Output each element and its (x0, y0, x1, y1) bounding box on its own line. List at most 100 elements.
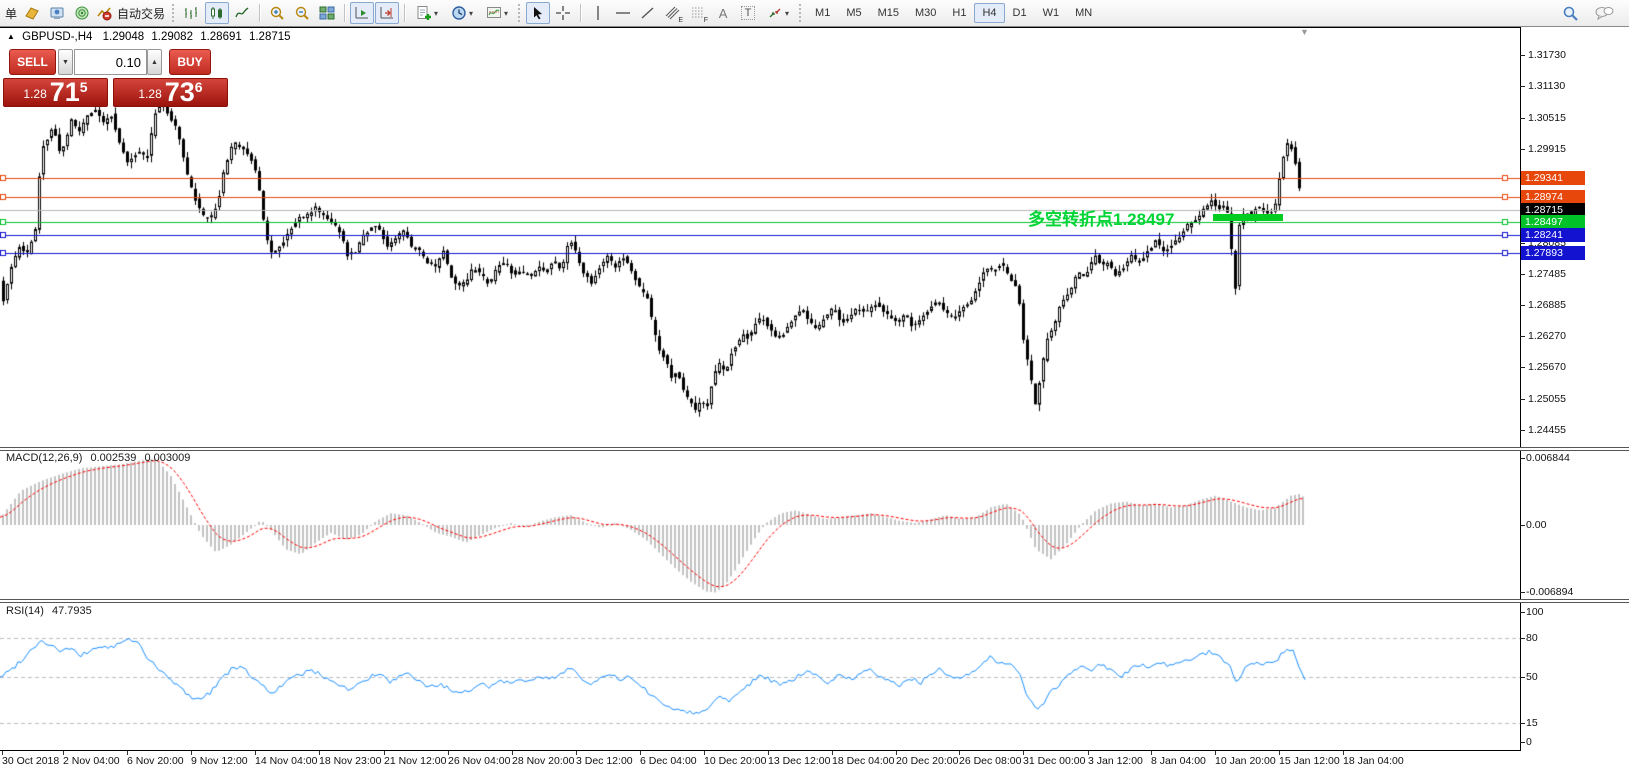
timeframe-button-m5[interactable]: M5 (838, 3, 869, 23)
buy-price-display[interactable]: 1.28 73 6 (113, 78, 228, 107)
chat-icon[interactable] (1592, 2, 1616, 24)
templates-dropdown-arrow[interactable]: ▾ (504, 9, 508, 18)
chart-shift-icon[interactable] (375, 2, 399, 24)
vertical-line-icon[interactable] (586, 2, 610, 24)
crosshair-icon[interactable] (551, 2, 575, 24)
time-axis-tick (512, 751, 513, 755)
text-icon[interactable]: A (711, 2, 735, 24)
time-axis-label[interactable]: 18 Nov 23:00 (319, 755, 381, 767)
equidistant-channel-icon[interactable]: E (661, 2, 685, 24)
timeframe-button-m15[interactable]: M15 (870, 3, 907, 23)
time-axis-label[interactable]: 3 Dec 12:00 (576, 755, 633, 767)
toolbar-separator (580, 4, 581, 22)
timeframe-button-mn[interactable]: MN (1067, 3, 1100, 23)
price-scale-label: 1.31130 (1528, 80, 1565, 92)
time-axis-label[interactable]: 26 Nov 04:00 (448, 755, 510, 767)
time-axis-tick (768, 751, 769, 755)
price-scale-label: 1.29915 (1528, 143, 1566, 155)
timeframe-button-d1[interactable]: D1 (1005, 3, 1035, 23)
collapse-panel-arrow-icon[interactable]: ▲ (7, 32, 15, 41)
time-axis-label[interactable]: 8 Jan 04:00 (1151, 755, 1206, 767)
pivot-annotation-text[interactable]: 多空转折点1.28497 (1028, 205, 1174, 230)
toolbar-drag-handle[interactable] (518, 4, 522, 22)
time-axis-label[interactable]: 6 Dec 04:00 (640, 755, 697, 767)
horizontal-line-icon[interactable] (611, 2, 635, 24)
rsi-indicator-canvas[interactable] (0, 602, 1520, 750)
time-axis-tick (1151, 751, 1152, 755)
rsi-scale-tick (1520, 612, 1525, 613)
templates-icon[interactable]: ▾ (480, 2, 514, 24)
search-icon[interactable] (1558, 2, 1582, 24)
fibonacci-icon[interactable]: F (686, 2, 710, 24)
time-axis-tick (1279, 751, 1280, 755)
bar-chart-icon[interactable] (180, 2, 204, 24)
time-axis-label[interactable]: 28 Nov 20:00 (512, 755, 574, 767)
chart-symbol: GBPUSD-,H4 (22, 31, 92, 43)
sell-button[interactable]: SELL (9, 49, 56, 75)
periods-dropdown-arrow[interactable]: ▾ (469, 9, 473, 18)
toolbar-drag-handle[interactable] (799, 4, 803, 22)
arrows-dropdown-arrow[interactable]: ▾ (785, 9, 789, 18)
toolbar-drag-handle[interactable] (172, 4, 176, 22)
time-axis-label[interactable]: 9 Nov 12:00 (191, 755, 248, 767)
autotrading-button[interactable]: 自动交易 (95, 2, 168, 24)
time-axis-label[interactable]: 10 Dec 20:00 (704, 755, 766, 767)
time-axis-label[interactable]: 14 Nov 04:00 (255, 755, 317, 767)
time-axis-label[interactable]: 6 Nov 20:00 (127, 755, 184, 767)
time-axis-tick (2, 751, 3, 755)
indicators-icon[interactable]: ▾ (410, 2, 444, 24)
rsi-value: 47.7935 (52, 605, 92, 617)
volume-increase-button[interactable]: ▲ (147, 49, 162, 75)
time-axis-label[interactable]: 3 Jan 12:00 (1088, 755, 1143, 767)
market-watch-icon[interactable] (20, 2, 44, 24)
arrows-icon[interactable]: ▾ (761, 2, 795, 24)
chart-frame-bottom (0, 750, 1521, 751)
rsi-name: RSI(14) (6, 605, 44, 617)
price-scale-tick (1520, 243, 1525, 244)
time-axis-label[interactable]: 20 Dec 20:00 (896, 755, 958, 767)
time-axis-label[interactable]: 2 Nov 04:00 (63, 755, 120, 767)
strategy-tester-icon[interactable] (70, 2, 94, 24)
sell-price-pip: 5 (80, 79, 88, 95)
zoom-out-icon[interactable] (290, 2, 314, 24)
buy-button[interactable]: BUY (169, 49, 211, 75)
time-axis-label[interactable]: 18 Jan 04:00 (1343, 755, 1404, 767)
macd-scale-tick (1520, 525, 1525, 526)
time-axis-label[interactable]: 13 Dec 12:00 (768, 755, 830, 767)
indicators-dropdown-arrow[interactable]: ▾ (434, 9, 438, 18)
text-tool-glyph: A (719, 6, 728, 21)
cursor-icon[interactable] (526, 2, 550, 24)
timeframe-button-h4[interactable]: H4 (974, 3, 1004, 23)
rsi-scale-tick (1520, 742, 1525, 743)
time-axis-label[interactable]: 15 Jan 12:00 (1279, 755, 1340, 767)
volume-decrease-button[interactable]: ▼ (58, 49, 73, 75)
line-chart-icon[interactable] (230, 2, 254, 24)
new-order-button[interactable]: 单 (3, 5, 19, 22)
timeframe-button-h1[interactable]: H1 (944, 3, 974, 23)
timeframe-button-w1[interactable]: W1 (1035, 3, 1068, 23)
time-axis-label[interactable]: 10 Jan 20:00 (1215, 755, 1276, 767)
auto-scroll-icon[interactable] (350, 2, 374, 24)
sell-price-display[interactable]: 1.28 71 5 (3, 78, 108, 107)
navigator-icon[interactable] (45, 2, 69, 24)
text-label-icon[interactable]: T (736, 2, 760, 24)
time-axis-label[interactable]: 31 Dec 00:00 (1023, 755, 1085, 767)
pivot-trend-segment[interactable] (1213, 214, 1283, 221)
macd-indicator-canvas[interactable] (0, 450, 1520, 599)
time-axis-label[interactable]: 30 Oct 2018 (2, 755, 59, 767)
volume-input[interactable] (74, 49, 147, 75)
trendline-icon[interactable] (636, 2, 660, 24)
timeframe-button-m1[interactable]: M1 (807, 3, 838, 23)
time-axis-label[interactable]: 26 Dec 08:00 (959, 755, 1021, 767)
timeframe-button-m30[interactable]: M30 (907, 3, 944, 23)
time-axis-label[interactable]: 21 Nov 12:00 (384, 755, 446, 767)
zoom-in-icon[interactable] (265, 2, 289, 24)
tile-windows-icon[interactable] (315, 2, 339, 24)
macd-value-signal: 0.003009 (144, 452, 190, 464)
scroll-to-end-marker[interactable]: ▼ (1300, 27, 1309, 37)
periods-icon[interactable]: ▾ (445, 2, 479, 24)
time-axis-tick (127, 751, 128, 755)
price-scale-label: 1.25670 (1528, 361, 1566, 373)
time-axis-label[interactable]: 18 Dec 04:00 (832, 755, 894, 767)
candlestick-chart-icon[interactable] (205, 2, 229, 24)
